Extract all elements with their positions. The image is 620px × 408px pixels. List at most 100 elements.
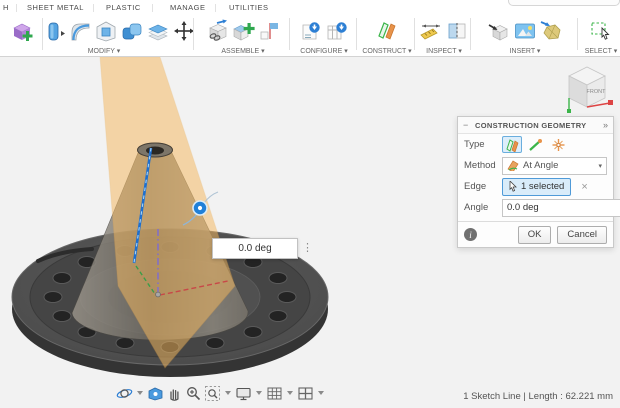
dialog-title: CONSTRUCTION GEOMETRY — [475, 121, 603, 130]
ribbon-group-insert: INSERT ▾ — [481, 16, 569, 56]
tab-partial[interactable]: H — [3, 3, 9, 12]
insert-canvas-icon[interactable] — [513, 19, 537, 43]
unfold-icon[interactable] — [94, 19, 118, 43]
pan-icon[interactable] — [166, 385, 183, 402]
cone-top-hole — [146, 147, 164, 155]
look-at-icon[interactable] — [147, 385, 164, 402]
edge-selection-button[interactable]: 1 selected — [502, 178, 571, 196]
tab-utilities[interactable]: UTILITIES — [229, 3, 269, 12]
ribbon-group-construct: CONSTRUCT ▾ — [360, 16, 414, 56]
edge-label: Edge — [464, 181, 502, 192]
fusion-window: H SHEET METAL PLASTIC MANAGE UTILITIES — [0, 0, 620, 408]
ribbon-separator — [193, 18, 194, 50]
edge-row: Edge 1 selected × — [458, 176, 613, 197]
construct-plane-icon[interactable] — [375, 19, 399, 43]
tab-plastic[interactable]: PLASTIC — [106, 3, 141, 12]
type-axis-button[interactable] — [525, 136, 545, 153]
fit-dropdown-caret[interactable] — [225, 391, 231, 395]
viewports-dropdown-caret[interactable] — [318, 391, 324, 395]
tab-manage[interactable]: MANAGE — [170, 3, 206, 12]
navigation-toolbar — [116, 384, 326, 402]
fit-icon[interactable] — [204, 385, 221, 402]
create-form-icon[interactable] — [10, 19, 34, 43]
model-viewport[interactable]: FRONT ⋮ − CONSTRUCTION GEOMETRY » Type — [0, 57, 620, 408]
type-label: Type — [464, 139, 502, 150]
inspect-group-label[interactable]: INSPECT ▾ — [419, 47, 469, 55]
type-point-button[interactable] — [548, 136, 568, 153]
method-label: Method — [464, 160, 502, 171]
viewports-icon[interactable] — [297, 385, 314, 402]
method-row: Method At Angle ▾ — [458, 155, 613, 176]
angle-field[interactable] — [502, 199, 620, 217]
joint-origin-icon[interactable] — [257, 19, 281, 43]
ribbon-group-inspect: INSPECT ▾ — [419, 16, 469, 56]
form-icon[interactable] — [120, 19, 144, 43]
grid-dropdown-caret[interactable] — [287, 391, 293, 395]
ribbon-group-assemble: ASSEMBLE ▾ — [198, 16, 288, 56]
new-component-icon[interactable] — [231, 19, 255, 43]
cursor-icon — [509, 181, 517, 192]
tab-separator — [16, 4, 17, 12]
collapse-icon[interactable]: − — [463, 120, 475, 130]
tab-sheet-metal[interactable]: SHEET METAL — [27, 3, 84, 12]
flange-icon[interactable] — [42, 19, 66, 43]
info-icon[interactable]: i — [464, 228, 477, 241]
method-value: At Angle — [523, 160, 558, 171]
ribbon-toolbar: H SHEET METAL PLASTIC MANAGE UTILITIES — [0, 0, 620, 57]
construction-geometry-dialog: − CONSTRUCTION GEOMETRY » Type Method — [457, 116, 614, 248]
dropdown-caret-icon: ▾ — [598, 162, 602, 170]
bend-icon[interactable] — [68, 19, 92, 43]
view-cube[interactable]: FRONT — [558, 61, 616, 115]
orbit-icon[interactable] — [116, 385, 133, 402]
insert-derive-icon[interactable] — [487, 19, 511, 43]
selection-status-text: 1 Sketch Line | Length : 62.221 mm — [463, 391, 613, 402]
select-group-label[interactable]: SELECT ▾ — [582, 47, 620, 55]
tab-separator — [152, 4, 153, 12]
ribbon-separator — [356, 18, 357, 50]
display-settings-icon[interactable] — [235, 385, 252, 402]
joint-icon[interactable] — [205, 19, 229, 43]
display-settings-dropdown-caret[interactable] — [256, 391, 262, 395]
method-dropdown[interactable]: At Angle ▾ — [502, 157, 607, 175]
insert-group-label[interactable]: INSERT ▾ — [481, 47, 569, 55]
configuration-table-icon[interactable] — [325, 19, 349, 43]
at-angle-icon — [507, 160, 519, 171]
ribbon-separator — [414, 18, 415, 50]
edge-selection-count: 1 selected — [521, 181, 564, 192]
measure-icon[interactable] — [419, 19, 443, 43]
expand-panel-icon[interactable]: » — [603, 120, 608, 130]
modify-group-label[interactable]: MODIFY ▾ — [46, 47, 162, 55]
floating-toolbar-edge — [508, 0, 620, 6]
ribbon-separator — [577, 18, 578, 50]
clear-selection-icon[interactable]: × — [581, 181, 587, 193]
tab-separator — [93, 4, 94, 12]
insert-mesh-icon[interactable] — [539, 19, 563, 43]
ribbon-group-create — [2, 16, 42, 56]
ribbon-group-select: SELECT ▾ — [582, 16, 620, 56]
section-analysis-icon[interactable] — [445, 19, 469, 43]
viewcube-front-face-label[interactable]: FRONT — [587, 89, 607, 95]
ribbon-separator — [289, 18, 290, 50]
type-plane-button[interactable] — [502, 136, 522, 153]
orbit-dropdown-caret[interactable] — [137, 391, 143, 395]
origin-point — [156, 292, 161, 297]
inline-input-handle-icon[interactable]: ⋮ — [302, 240, 313, 257]
grid-icon[interactable] — [266, 385, 283, 402]
type-row: Type — [458, 134, 613, 155]
tab-separator — [215, 4, 216, 12]
dialog-header[interactable]: − CONSTRUCTION GEOMETRY » — [458, 117, 613, 134]
angle-inline-input[interactable] — [212, 238, 298, 259]
rip-icon[interactable] — [146, 19, 170, 43]
angle-row: Angle — [458, 197, 613, 218]
configuration-icon[interactable] — [299, 19, 323, 43]
ok-button[interactable]: OK — [518, 226, 552, 244]
zoom-icon[interactable] — [185, 385, 202, 402]
ribbon-group-modify: MODIFY ▾ — [46, 16, 192, 56]
construct-group-label[interactable]: CONSTRUCT ▾ — [360, 47, 414, 55]
assemble-group-label[interactable]: ASSEMBLE ▾ — [198, 47, 288, 55]
select-icon[interactable] — [589, 19, 613, 43]
configure-group-label[interactable]: CONFIGURE ▾ — [293, 47, 355, 55]
cancel-button[interactable]: Cancel — [557, 226, 607, 244]
angle-label: Angle — [464, 202, 502, 213]
ribbon-separator — [470, 18, 471, 50]
